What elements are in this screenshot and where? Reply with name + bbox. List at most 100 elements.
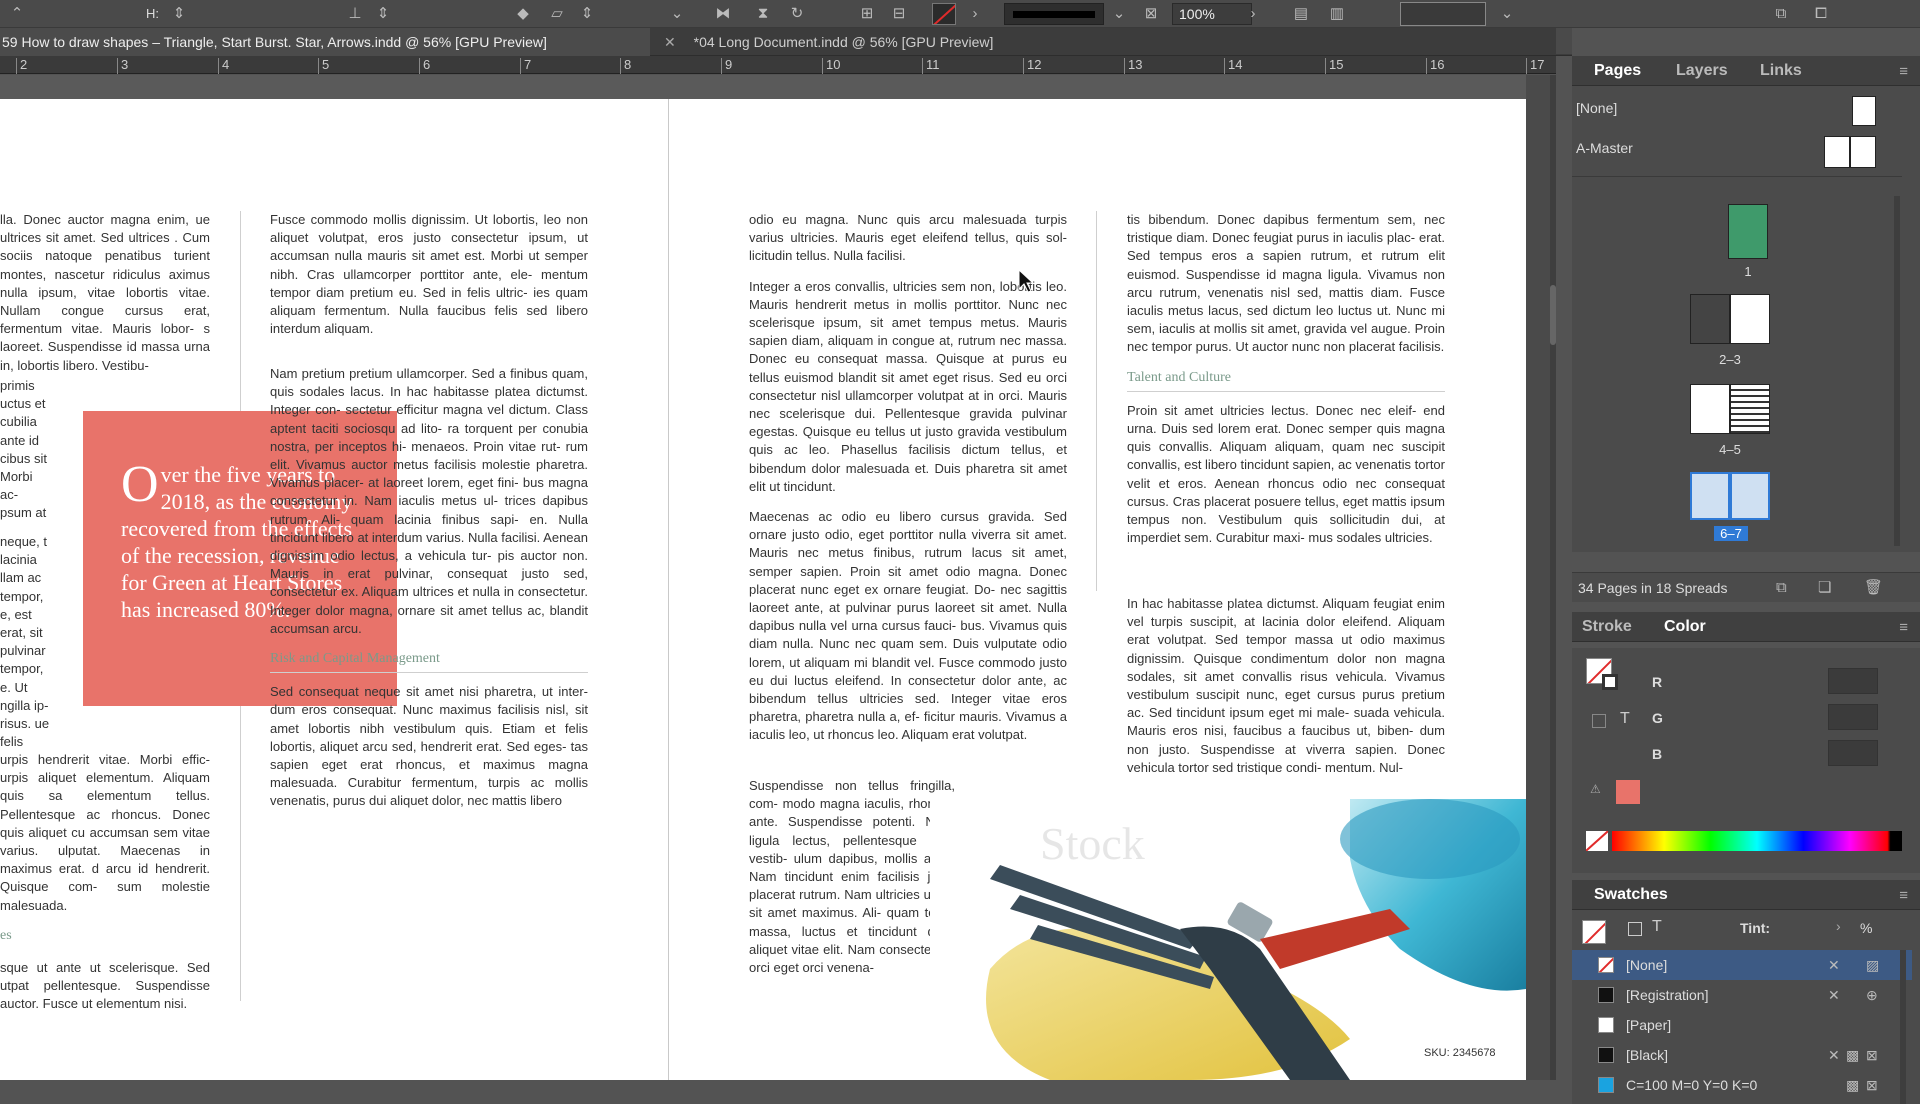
fill-icon[interactable]: ◆ [512, 3, 534, 25]
master-none[interactable]: [None] [1572, 88, 1920, 128]
b-value-field[interactable] [1828, 740, 1878, 766]
chevron-down-icon[interactable]: ⌄ [1108, 3, 1130, 25]
registration-icon: ⊕ [1866, 987, 1878, 1003]
page-size-icon[interactable]: ⧉ [1776, 573, 1787, 603]
ruler-tick: 5 [318, 58, 329, 74]
text-column-4-b[interactable]: In hac habitasse platea dictumst. Aliqua… [1127, 595, 1445, 789]
r-value-field[interactable] [1828, 668, 1878, 694]
sku-label: SKU: 2345678 [1424, 1047, 1496, 1059]
text-column-1[interactable]: lla. Donec auctor magna enim, ue ultrice… [0, 211, 210, 387]
flip-horizontal-icon[interactable]: ⧓ [712, 3, 734, 25]
master-thumbnail-left[interactable] [1824, 136, 1850, 168]
trash-icon[interactable]: 🗑 [1864, 573, 1883, 603]
page-thumbnail-7[interactable] [1730, 472, 1770, 520]
zoom-field[interactable]: 100% [1172, 3, 1252, 25]
frame-icon[interactable]: ⧉ [1770, 3, 1792, 25]
text-frame-icon[interactable]: ⊥ [344, 3, 366, 25]
master-thumbnail-right[interactable] [1850, 136, 1876, 168]
tab-long-document[interactable]: ✕ *04 Long Document.indd @ 56% [GPU Prev… [660, 28, 1080, 56]
text-column-3-lower[interactable]: Suspendisse non tellus fringilla, com- m… [749, 777, 955, 989]
document-canvas[interactable]: lla. Donec auctor magna enim, ue ultrice… [0, 75, 1556, 1080]
formatting-text-icon[interactable]: T [1652, 918, 1662, 936]
text-column-2[interactable]: Fusce commodo mollis dignissim. Ut lobor… [270, 211, 588, 350]
swatch-black[interactable]: [Black] ✕ ▩ ⊠ [1572, 1040, 1912, 1070]
stepper-icon[interactable]: ⇕ [372, 3, 394, 25]
page-thumbnail-5[interactable] [1730, 384, 1770, 434]
align-icon[interactable]: ⊞ [856, 3, 878, 25]
chevron-right-icon[interactable]: › [1242, 3, 1264, 25]
pages-panel-footer: 34 Pages in 18 Spreads ⧉ ❏ 🗑 [1572, 572, 1920, 602]
body-paragraph: Proin sit amet ultricies lectus. Donec n… [1127, 402, 1445, 546]
page-thumbnail-4[interactable] [1690, 384, 1730, 434]
page-thumbnail-3[interactable] [1730, 294, 1770, 344]
stroke-none-icon[interactable] [932, 3, 956, 25]
chevron-right-icon[interactable]: › [964, 3, 986, 25]
text-column-2-b[interactable]: Nam pretium pretium ullamcorper. Sed a f… [270, 365, 588, 823]
swatch-paper[interactable]: [Paper] [1572, 1010, 1912, 1040]
tab-layers[interactable]: Layers [1676, 62, 1728, 80]
master-a[interactable]: A-Master [1572, 128, 1920, 168]
height-stepper-icon[interactable]: ⇕ [168, 3, 190, 25]
color-spectrum[interactable] [1612, 831, 1902, 851]
pages-scrollbar[interactable] [1894, 196, 1900, 546]
formatting-container-icon[interactable] [1592, 714, 1606, 728]
close-icon[interactable]: ✕ [664, 34, 676, 50]
swatch-cyan[interactable]: C=100 M=0 Y=0 K=0 ▩ ⊠ [1572, 1070, 1912, 1100]
formatting-container-icon[interactable] [1628, 922, 1642, 936]
page-thumbnail-2[interactable] [1690, 294, 1730, 344]
wrap-icon[interactable]: ▥ [1326, 3, 1348, 25]
tab-color[interactable]: Color [1664, 618, 1706, 636]
drop-cap: O [121, 456, 159, 513]
shear-icon[interactable]: ▱ [546, 3, 568, 25]
fill-none-icon[interactable] [1582, 920, 1606, 944]
body-paragraph: Fusce commodo mollis dignissim. Ut lobor… [270, 212, 588, 337]
tab-shapes-document[interactable]: 59 How to draw shapes – Triangle, Start … [0, 28, 650, 56]
panel-menu-icon[interactable]: ≡ [1899, 619, 1908, 636]
garden-tools-photo[interactable]: Stock [930, 799, 1526, 1080]
stroke-swatch-icon[interactable] [1602, 674, 1618, 690]
page-thumbnail-1[interactable] [1728, 204, 1768, 259]
new-page-icon[interactable]: ❏ [1818, 573, 1831, 603]
swatch-registration[interactable]: [Registration] ✕ ⊕ [1572, 980, 1912, 1010]
body-text: Nam pretium pretium ullamcorper. Sed a f… [270, 366, 588, 636]
text-column-1-lower[interactable]: urpis hendrerit vitae. Morbi effic- urpi… [0, 751, 210, 1026]
lock-edit-icon: ✕ [1828, 987, 1840, 1003]
wrap-icon[interactable]: ▤ [1290, 3, 1312, 25]
section-heading-talent: Talent and Culture [1127, 369, 1445, 392]
fit-frame-icon[interactable]: ⊠ [1140, 3, 1162, 25]
horizontal-ruler[interactable]: 2 3 4 5 6 7 8 9 10 11 12 13 14 15 16 17 [0, 56, 1556, 74]
flip-vertical-icon[interactable]: ⧗ [752, 3, 774, 25]
formatting-text-icon[interactable]: T [1620, 710, 1630, 728]
last-color-swatch[interactable] [1616, 780, 1640, 804]
stepper-icon[interactable]: ⌃ [6, 3, 28, 25]
dropdown-icon[interactable]: ⌄ [666, 3, 688, 25]
scroll-thumb[interactable] [1550, 285, 1556, 345]
none-color-icon[interactable] [1586, 831, 1608, 851]
text-column-1-wrap-2[interactable]: neque, t lacinia llam ac tempor, e, est … [0, 533, 52, 763]
panel-menu-icon[interactable]: ≡ [1899, 63, 1908, 80]
tab-stroke[interactable]: Stroke [1582, 618, 1632, 636]
vertical-scrollbar[interactable] [1550, 75, 1556, 1080]
export-icon[interactable]: ⧠ [1810, 3, 1832, 25]
body-paragraph: odio eu magna. Nunc quis arcu malesuada … [749, 212, 1067, 264]
panel-menu-icon[interactable]: ≡ [1899, 887, 1908, 904]
text-column-4[interactable]: tis bibendum. Donec dapibus fermentum se… [1127, 211, 1445, 559]
object-style-field[interactable] [1400, 2, 1486, 26]
stepper-icon[interactable]: ⇕ [576, 3, 598, 25]
text-column-1-wrap[interactable]: primis uctus et cubilia ante id cibus si… [0, 377, 52, 535]
page-thumbnail-6[interactable] [1690, 472, 1730, 520]
distribute-icon[interactable]: ⊟ [888, 3, 910, 25]
tab-pages[interactable]: Pages [1594, 62, 1641, 80]
out-of-gamut-icon[interactable]: ⚠ [1590, 782, 1601, 796]
swatches-scrollbar[interactable] [1900, 950, 1906, 1104]
page-spread[interactable]: lla. Donec auctor magna enim, ue ultrice… [0, 99, 1526, 1080]
chevron-down-icon[interactable]: ⌄ [1496, 3, 1518, 25]
tab-links[interactable]: Links [1760, 62, 1802, 80]
master-thumbnail[interactable] [1852, 96, 1876, 126]
stroke-weight-select[interactable] [1004, 3, 1104, 25]
swatch-none[interactable]: [None] ✕ ▨ [1572, 950, 1912, 980]
chevron-right-icon[interactable]: › [1836, 918, 1841, 934]
tab-swatches[interactable]: Swatches [1594, 886, 1668, 904]
g-value-field[interactable] [1828, 704, 1878, 730]
rotate-icon[interactable]: ↻ [786, 3, 808, 25]
